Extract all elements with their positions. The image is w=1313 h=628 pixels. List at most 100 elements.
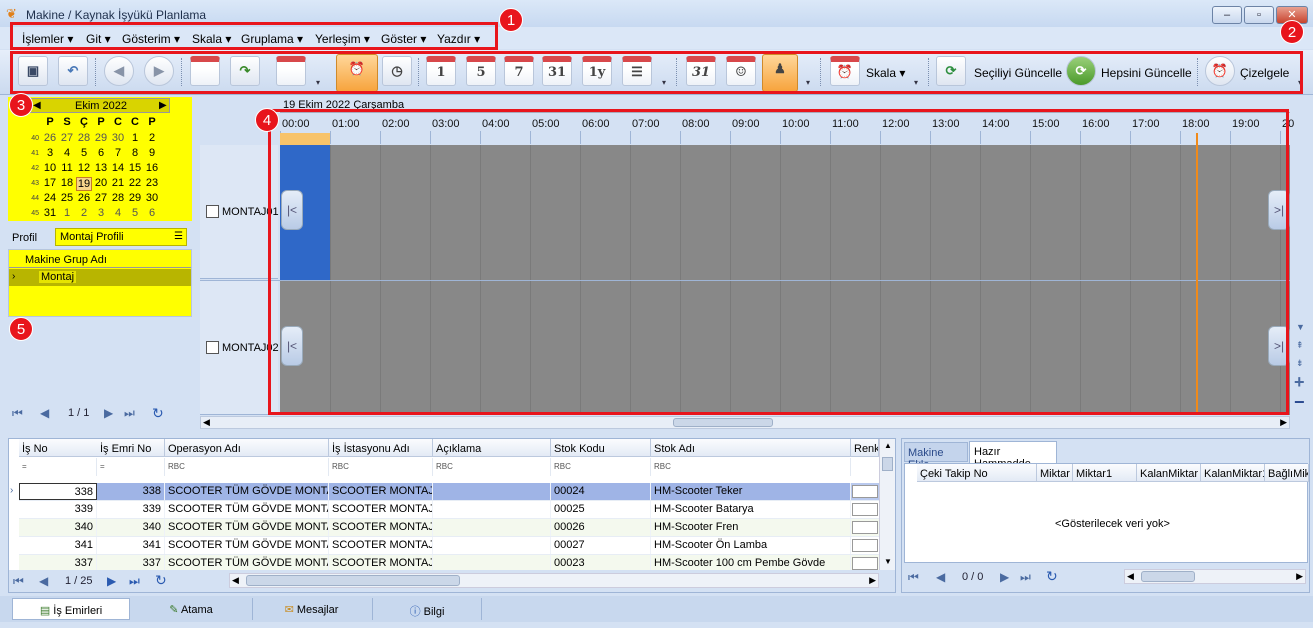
col-header[interactable]: BağlıMik <box>1265 464 1309 482</box>
tab-hazir-hammadde[interactable]: Hazır Hammadde <box>969 441 1057 470</box>
next-page-icon[interactable]: ▶ <box>1000 570 1009 584</box>
last-page-icon[interactable]: ⏭ <box>1020 570 1031 585</box>
list-icon[interactable]: ☰ <box>174 231 183 242</box>
calendar-day[interactable]: 8 <box>127 147 143 159</box>
color-cell[interactable] <box>852 521 878 534</box>
resource-checkbox[interactable] <box>206 341 219 354</box>
hscroll-thumb[interactable] <box>246 575 460 586</box>
calendar-day[interactable]: 28 <box>110 192 126 204</box>
calendar-day[interactable]: 4 <box>110 207 126 219</box>
color-cell[interactable] <box>852 557 878 570</box>
col-header[interactable]: Çeki Takip No <box>917 464 1037 482</box>
calendar-day[interactable]: 26 <box>76 192 92 204</box>
expand-icon[interactable]: ⇟ <box>1296 358 1304 369</box>
scroll-right-icon[interactable]: ▶ <box>1280 417 1287 428</box>
table-row[interactable]: › 338 338 SCOOTER TÜM GÖVDE MONTAJ SCOOTER M… <box>10 483 887 501</box>
col-header-aciklama[interactable]: Açıklama <box>433 439 551 457</box>
calendar-day[interactable]: 2 <box>144 132 160 144</box>
calendar-day[interactable]: 16 <box>144 162 160 174</box>
collapse-icon[interactable]: ⇞ <box>1296 340 1304 351</box>
hscroll-thumb[interactable] <box>673 418 773 427</box>
next-page-icon[interactable]: ▶ <box>107 574 116 588</box>
last-page-icon[interactable]: ⏭ <box>129 574 140 589</box>
calendar-day[interactable]: 5 <box>127 207 143 219</box>
calendar-day[interactable]: 30 <box>144 192 160 204</box>
prev-month-icon[interactable]: ◀ <box>33 100 41 111</box>
col-header[interactable]: Miktar1 <box>1073 464 1137 482</box>
table-row[interactable]: 341 341 SCOOTER TÜM GÖVDE MONTAJ SCOOTER MO… <box>19 537 887 555</box>
col-header[interactable]: KalanMiktar <box>1137 464 1201 482</box>
refresh-icon[interactable]: ↻ <box>1046 568 1058 585</box>
zoom-out-icon[interactable]: − <box>1294 392 1305 413</box>
profile-select[interactable]: Montaj Profili ☰ <box>55 228 187 246</box>
calendar-day[interactable]: 29 <box>93 132 109 144</box>
table-row[interactable]: 340 340 SCOOTER TÜM GÖVDE MONTAJ SCOOTER MO… <box>19 519 887 537</box>
table-row[interactable]: 339 339 SCOOTER TÜM GÖVDE MONTAJ SCOOTER MO… <box>19 501 887 519</box>
color-cell[interactable] <box>852 503 878 516</box>
filter-cell[interactable]: RBC <box>433 458 551 476</box>
scroll-up-icon[interactable]: ▲ <box>884 441 892 450</box>
refresh-icon[interactable]: ↻ <box>152 405 164 422</box>
calendar-day[interactable]: 5 <box>76 147 92 159</box>
tab-is-emirleri[interactable]: ▤ İş Emirleri <box>12 598 130 620</box>
calendar-day[interactable]: 17 <box>42 177 58 189</box>
color-cell[interactable] <box>852 539 878 552</box>
calendar-day[interactable]: 7 <box>110 147 126 159</box>
tab-atama[interactable]: ✎ Atama <box>132 598 250 620</box>
calendar-day[interactable]: 1 <box>127 132 143 144</box>
col-header[interactable]: KalanMiktar1 <box>1201 464 1265 482</box>
calendar-day[interactable]: 29 <box>127 192 143 204</box>
first-page-icon[interactable]: ⏮ <box>13 574 24 589</box>
calendar-day[interactable]: 26 <box>42 132 58 144</box>
color-cell[interactable] <box>852 485 878 498</box>
next-page-icon[interactable]: ▶ <box>104 406 113 420</box>
grid-hscrollbar[interactable]: ◀ ▶ <box>229 573 879 588</box>
calendar-day[interactable]: 11 <box>59 162 75 174</box>
next-month-icon[interactable]: ▶ <box>159 100 167 111</box>
scroll-left-icon[interactable]: ◀ <box>1127 571 1134 582</box>
calendar-day[interactable]: 13 <box>93 162 109 174</box>
calendar-day[interactable]: 19 <box>76 177 92 191</box>
col-header-istasyon[interactable]: İş İstasyonu Adı <box>329 439 433 457</box>
filter-cell[interactable]: RBC <box>329 458 433 476</box>
prev-page-icon[interactable]: ◀ <box>936 570 945 584</box>
calendar-day[interactable]: 12 <box>76 162 92 174</box>
col-header-is-emri-no[interactable]: İş Emri No <box>97 439 165 457</box>
filter-cell[interactable]: RBC <box>651 458 851 476</box>
calendar-day[interactable]: 28 <box>76 132 92 144</box>
calendar-day[interactable]: 2 <box>76 207 92 219</box>
calendar-day[interactable]: 27 <box>59 132 75 144</box>
prev-page-icon[interactable]: ◀ <box>39 574 48 588</box>
calendar-day[interactable]: 10 <box>42 162 58 174</box>
grid-vscrollbar[interactable]: ▲ ▼ <box>879 439 895 570</box>
scroll-right-icon[interactable]: ▶ <box>869 575 876 586</box>
maximize-button[interactable]: ▫ <box>1244 6 1274 24</box>
scroll-left-icon[interactable]: ◀ <box>203 417 210 428</box>
calendar-day[interactable]: 1 <box>59 207 75 219</box>
right-hscrollbar[interactable]: ◀ ▶ <box>1124 569 1306 584</box>
calendar-day[interactable]: 6 <box>144 207 160 219</box>
tab-mesajlar[interactable]: ✉ Mesajlar <box>252 598 370 620</box>
calendar-day[interactable]: 25 <box>59 192 75 204</box>
col-header-stok-kodu[interactable]: Stok Kodu <box>551 439 651 457</box>
first-page-icon[interactable]: ⏮ <box>12 406 23 421</box>
filter-cell[interactable]: RBC <box>165 458 329 476</box>
filter-cell[interactable]: RBC <box>551 458 651 476</box>
calendar-day[interactable]: 21 <box>110 177 126 189</box>
hscroll-thumb[interactable] <box>1141 571 1195 582</box>
calendar-day[interactable]: 4 <box>59 147 75 159</box>
prev-page-icon[interactable]: ◀ <box>40 406 49 420</box>
col-header-is-no[interactable]: İş No <box>19 439 107 457</box>
first-page-icon[interactable]: ⏮ <box>908 570 919 585</box>
calendar-day[interactable]: 3 <box>93 207 109 219</box>
calendar-day[interactable]: 18 <box>59 177 75 189</box>
calendar-day[interactable]: 23 <box>144 177 160 189</box>
gantt-hscrollbar[interactable]: ◀ ▶ <box>200 416 1290 429</box>
calendar-day[interactable]: 15 <box>127 162 143 174</box>
scroll-right-icon[interactable]: ▶ <box>1296 571 1303 582</box>
filter-cell[interactable]: = <box>19 458 97 476</box>
refresh-icon[interactable]: ↻ <box>155 572 167 589</box>
calendar-day[interactable]: 9 <box>144 147 160 159</box>
calendar-day[interactable]: 14 <box>110 162 126 174</box>
col-header-renk[interactable]: Renk <box>851 439 879 457</box>
